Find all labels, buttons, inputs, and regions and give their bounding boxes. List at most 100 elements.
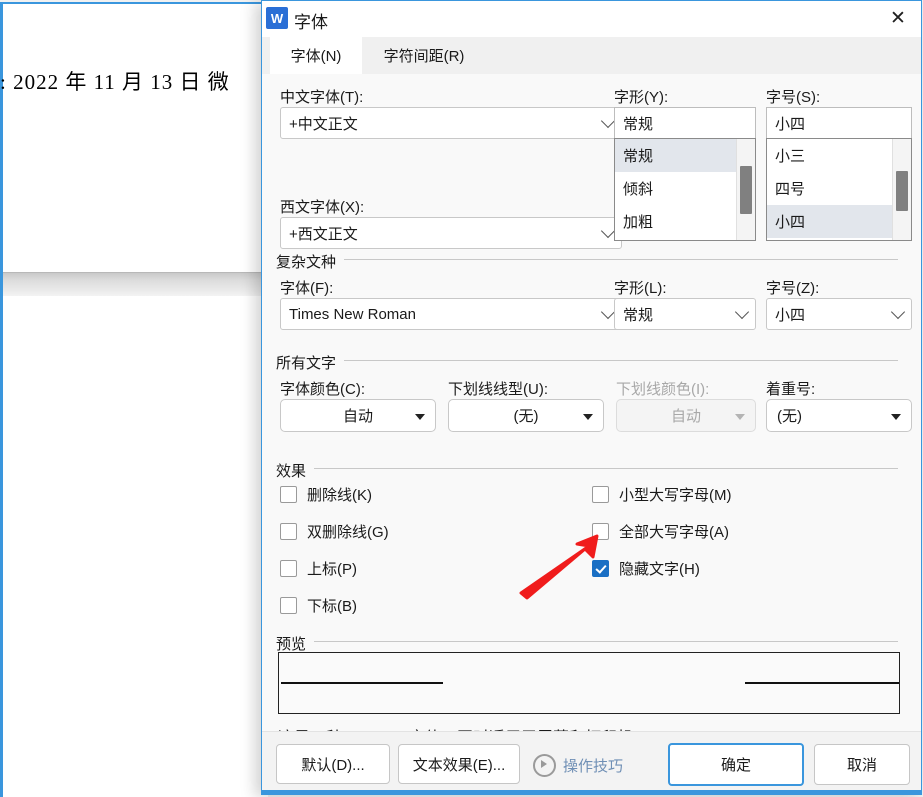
checkbox-strikethrough[interactable]: 删除线(K) xyxy=(280,484,372,505)
font-style-options: 常规 倾斜 加粗 xyxy=(615,139,737,240)
chevron-down-icon xyxy=(600,304,616,320)
effects-group-label: 效果 xyxy=(276,463,307,480)
complex-script-group-label: 复杂文种 xyxy=(276,254,337,271)
font-size-label: 字号(S): xyxy=(766,89,821,106)
tab-font-label: 字体(N) xyxy=(290,48,342,65)
underline-style-label: 下划线线型(U): xyxy=(448,381,548,398)
checkbox-all-caps[interactable]: 全部大写字母(A) xyxy=(592,521,729,542)
dialog-title: 字体 xyxy=(294,13,328,32)
font-size-scrollbar[interactable] xyxy=(892,139,911,240)
font-color-value: 自动 xyxy=(342,408,373,425)
footer-accent-bar xyxy=(262,790,921,794)
checkbox-icon[interactable] xyxy=(280,486,297,503)
text-effects-button[interactable]: 文本效果(E)... xyxy=(398,744,520,784)
font-color-dropdown[interactable]: 自动 xyxy=(280,399,436,432)
font-style-input[interactable]: 常规 xyxy=(614,107,756,139)
checkbox-double-strikethrough[interactable]: 双删除线(G) xyxy=(280,521,389,542)
divider xyxy=(344,259,898,260)
cs-font-value: Times New Roman xyxy=(289,305,416,323)
chevron-down-icon xyxy=(600,113,616,129)
play-circle-icon xyxy=(533,754,556,777)
dialog-titlebar: W 字体 ✕ xyxy=(262,1,921,37)
preview-group-label: 预览 xyxy=(276,636,307,653)
tabstrip: 字体(N) 字符间距(R) xyxy=(262,37,921,75)
checkbox-icon[interactable] xyxy=(592,523,609,540)
cancel-button[interactable]: 取消 xyxy=(814,744,910,785)
checkbox-icon[interactable] xyxy=(592,486,609,503)
chevron-down-icon xyxy=(734,304,750,320)
font-size-value: 小四 xyxy=(775,115,806,133)
checkbox-subscript-label: 下标(B) xyxy=(307,598,357,615)
list-item[interactable]: 小三 xyxy=(767,139,893,172)
document-page-1 xyxy=(0,2,268,272)
checkbox-hidden-text[interactable]: 隐藏文字(H) xyxy=(592,558,700,579)
western-font-label: 西文字体(X): xyxy=(280,199,365,216)
checkbox-small-caps-label: 小型大写字母(M) xyxy=(619,487,732,504)
checkbox-strikethrough-label: 删除线(K) xyxy=(307,487,372,504)
font-style-label: 字形(Y): xyxy=(614,89,669,106)
cs-size-value: 小四 xyxy=(775,306,806,324)
checkbox-icon[interactable] xyxy=(280,597,297,614)
document-text: : 2022 年 11 月 13 日 微 xyxy=(0,70,230,94)
underline-style-dropdown[interactable]: (无) xyxy=(448,399,604,432)
emphasis-mark-dropdown[interactable]: (无) xyxy=(766,399,912,432)
checkbox-icon[interactable] xyxy=(592,560,609,577)
font-color-label: 字体颜色(C): xyxy=(280,381,365,398)
font-size-options: 小三 四号 小四 xyxy=(767,139,893,240)
preview-line-left xyxy=(281,682,443,684)
all-text-group-label: 所有文字 xyxy=(276,355,337,372)
checkbox-icon[interactable] xyxy=(280,523,297,540)
checkbox-superscript[interactable]: 上标(P) xyxy=(280,558,357,579)
checkbox-superscript-label: 上标(P) xyxy=(307,561,357,578)
ok-button[interactable]: 确定 xyxy=(668,743,804,786)
underline-color-dropdown: 自动 xyxy=(616,399,756,432)
scrollbar-thumb[interactable] xyxy=(740,166,752,214)
dialog-body: 中文字体(T): +中文正文 西文字体(X): +西文正文 字形(Y): 常规 … xyxy=(262,74,921,747)
cs-style-combo[interactable]: 常规 xyxy=(614,298,756,330)
triangle-down-icon xyxy=(735,413,745,420)
list-item[interactable]: 倾斜 xyxy=(615,172,737,205)
western-font-combo[interactable]: +西文正文 xyxy=(280,217,622,249)
chinese-font-combo[interactable]: +中文正文 xyxy=(280,107,622,139)
list-item[interactable]: 四号 xyxy=(767,172,893,205)
divider xyxy=(314,641,898,642)
cs-style-value: 常规 xyxy=(623,306,654,324)
underline-color-value: 自动 xyxy=(670,408,701,425)
tab-font[interactable]: 字体(N) xyxy=(270,37,362,74)
dialog-footer: 默认(D)... 文本效果(E)... 操作技巧 确定 取消 xyxy=(262,731,921,794)
chinese-font-label: 中文字体(T): xyxy=(280,89,364,106)
underline-color-label: 下划线颜色(I): xyxy=(616,381,710,398)
triangle-down-icon xyxy=(891,413,901,420)
list-item[interactable]: 常规 xyxy=(615,139,737,172)
tips-link-label: 操作技巧 xyxy=(563,758,624,775)
font-style-scrollbar[interactable] xyxy=(736,139,755,240)
screen: : 2022 年 11 月 13 日 微 W 字体 ✕ 字体(N) 字符间距(R… xyxy=(0,0,923,797)
font-size-input[interactable]: 小四 xyxy=(766,107,912,139)
triangle-down-icon xyxy=(583,413,593,420)
scrollbar-thumb[interactable] xyxy=(896,171,908,211)
list-item[interactable]: 小四 xyxy=(767,205,893,238)
default-button[interactable]: 默认(D)... xyxy=(276,744,390,784)
font-size-listbox[interactable]: 小三 四号 小四 xyxy=(766,138,912,241)
tab-character-spacing[interactable]: 字符间距(R) xyxy=(362,37,486,74)
list-item[interactable]: 加粗 xyxy=(615,205,737,238)
checkbox-small-caps[interactable]: 小型大写字母(M) xyxy=(592,484,732,505)
checkbox-hidden-text-label: 隐藏文字(H) xyxy=(619,561,700,578)
document-page-2 xyxy=(0,296,268,797)
divider xyxy=(314,468,898,469)
checkbox-all-caps-label: 全部大写字母(A) xyxy=(619,524,729,541)
checkbox-icon[interactable] xyxy=(280,560,297,577)
checkbox-double-strikethrough-label: 双删除线(G) xyxy=(307,524,389,541)
tips-link[interactable]: 操作技巧 xyxy=(533,754,623,777)
tab-character-spacing-label: 字符间距(R) xyxy=(383,48,465,65)
emphasis-mark-label: 着重号: xyxy=(766,381,816,398)
emphasis-mark-value: (无) xyxy=(777,408,802,425)
cs-font-label: 字体(F): xyxy=(280,280,334,297)
western-font-value: +西文正文 xyxy=(289,225,358,243)
checkbox-subscript[interactable]: 下标(B) xyxy=(280,595,357,616)
close-icon[interactable]: ✕ xyxy=(875,1,921,36)
cs-size-combo[interactable]: 小四 xyxy=(766,298,912,330)
font-style-listbox[interactable]: 常规 倾斜 加粗 xyxy=(614,138,756,241)
preview-box xyxy=(278,652,900,714)
cs-font-combo[interactable]: Times New Roman xyxy=(280,298,622,330)
